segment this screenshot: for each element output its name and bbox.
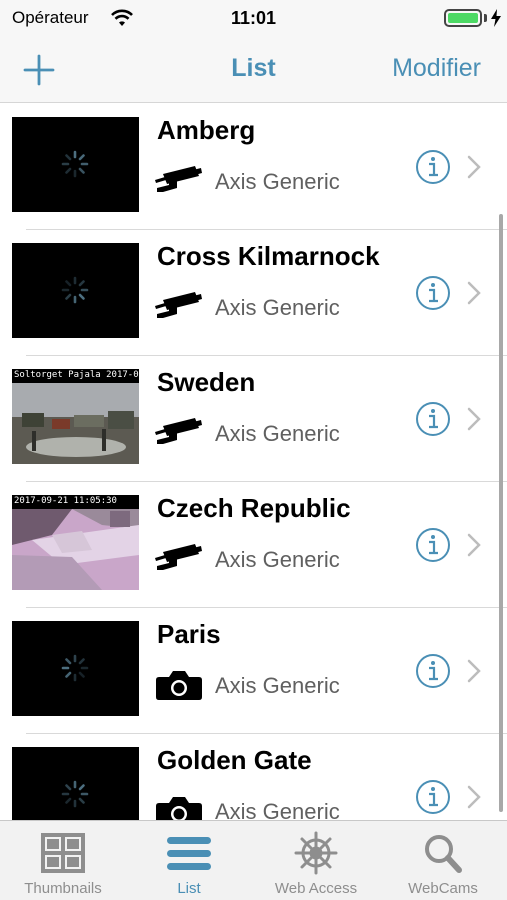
camera-thumbnail [12,747,139,820]
loading-spinner-icon [61,276,89,304]
tab-list[interactable]: List [126,821,252,900]
magnifier-icon [425,835,462,873]
list-item[interactable]: 2017-09-21 11:05:30 Czech Republic Axis … [0,482,507,608]
tab-webcams[interactable]: WebCams [380,821,506,900]
camera-type: Axis Generic [215,295,340,320]
info-icon[interactable] [415,275,451,311]
list-item[interactable]: Soltorget Pajala 2017-09-2 Sweden Axis G… [0,356,507,482]
list-item[interactable]: Paris Axis Generic [0,608,507,734]
cctv-camera-icon [155,292,202,318]
scroll-indicator[interactable] [499,214,503,812]
list-item[interactable]: Golden Gate Axis Generic [0,734,507,820]
tab-label: List [177,880,201,897]
info-icon[interactable] [415,149,451,185]
webcam-snapshot-image [12,369,139,464]
tab-bar: Thumbnails List Web Access WebCams [0,820,507,900]
chevron-right-icon [467,533,481,557]
info-icon[interactable] [415,527,451,563]
camera-type: Axis Generic [215,547,340,572]
snapshot-overlay-text: 2017-09-21 11:05:30 [14,496,117,506]
camera-type: Axis Generic [215,799,340,820]
tab-label: WebCams [408,880,478,897]
charging-bolt-icon [491,9,501,27]
battery-icon [444,9,482,27]
camera-list[interactable]: Amberg Axis Generic Cross Kilmarnock Axi… [0,104,507,820]
loading-spinner-icon [61,780,89,808]
status-bar: Opérateur 11:01 [0,0,507,40]
cctv-camera-icon [155,418,202,444]
tab-label: Thumbnails [24,880,102,897]
chevron-right-icon [467,659,481,683]
camera-thumbnail [12,243,139,338]
navigation-bar: List Modifier [0,40,507,103]
camera-thumbnail [12,117,139,212]
loading-spinner-icon [61,150,89,178]
ship-wheel-icon [294,831,338,875]
camera-type: Axis Generic [215,673,340,698]
cctv-camera-icon [155,166,202,192]
info-icon[interactable] [415,401,451,437]
camera-thumbnail: Soltorget Pajala 2017-09-2 [12,369,139,464]
list-icon [167,837,211,870]
info-icon[interactable] [415,653,451,689]
camera-name: Sweden [157,367,256,397]
battery-level-fill [448,13,478,23]
loading-spinner-icon [61,654,89,682]
photo-camera-icon [156,797,202,820]
tab-web-access[interactable]: Web Access [253,821,379,900]
camera-type: Axis Generic [215,421,340,446]
snapshot-overlay-text: Soltorget Pajala 2017-09-2 [14,370,139,380]
clock-time: 11:01 [230,8,277,28]
battery-tip [484,14,487,22]
tab-label: Web Access [274,880,358,897]
tab-thumbnails[interactable]: Thumbnails [0,821,126,900]
camera-name: Golden Gate [157,745,312,775]
list-item[interactable]: Cross Kilmarnock Axis Generic [0,230,507,356]
list-item[interactable]: Amberg Axis Generic [0,104,507,230]
camera-name: Czech Republic [157,493,351,523]
webcam-snapshot-image [12,495,139,590]
camera-name: Paris [157,619,221,649]
camera-name: Cross Kilmarnock [157,241,380,271]
chevron-right-icon [467,785,481,809]
photo-camera-icon [156,671,202,700]
chevron-right-icon [467,407,481,431]
camera-type: Axis Generic [215,169,340,194]
info-icon[interactable] [415,779,451,815]
cctv-camera-icon [155,544,202,570]
chevron-right-icon [467,281,481,305]
camera-name: Amberg [157,115,256,145]
grid-icon [41,833,85,873]
edit-button[interactable]: Modifier [392,54,481,83]
camera-thumbnail [12,621,139,716]
chevron-right-icon [467,155,481,179]
camera-thumbnail: 2017-09-21 11:05:30 [12,495,139,590]
